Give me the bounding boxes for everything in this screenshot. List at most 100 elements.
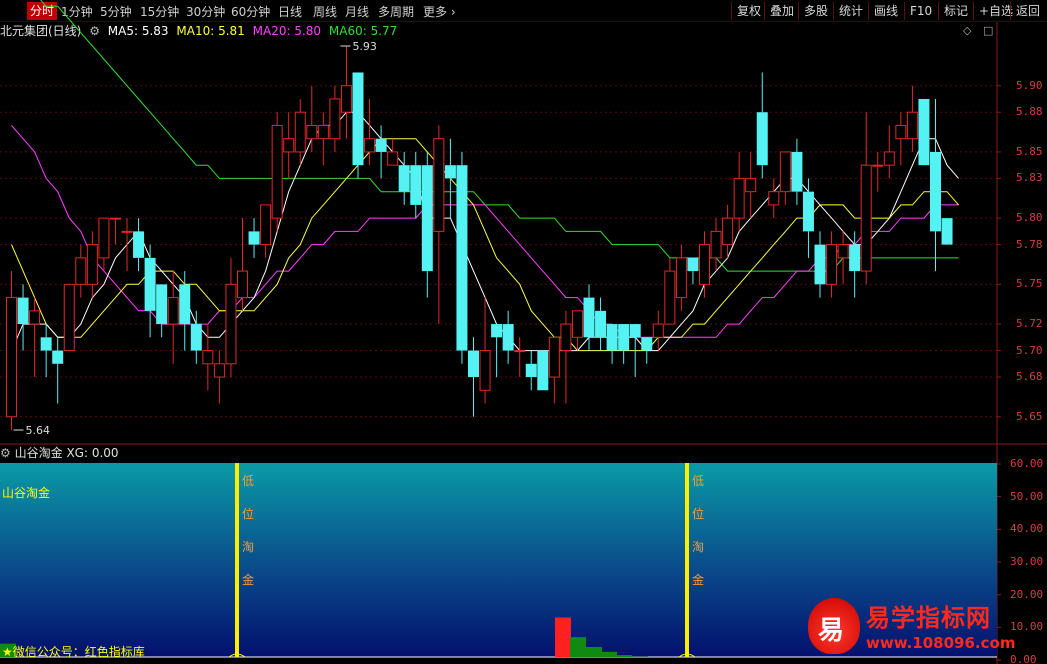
green-volume-bar: [616, 655, 632, 657]
candle-body: [468, 350, 479, 378]
candle-body: [352, 72, 364, 166]
candle-body: [52, 350, 64, 364]
candle-body: [514, 350, 526, 353]
candle-body: [560, 323, 572, 352]
signal-text: 金: [691, 573, 704, 587]
candle-body: [768, 191, 780, 206]
watermark-title: 易学指标网: [866, 604, 991, 632]
sub-chart-header: ⚙ 山谷淘金 XG: 0.00: [0, 444, 119, 462]
candle-body: [479, 350, 491, 391]
low-marker-label: 5.64: [26, 424, 51, 437]
candle-body: [190, 324, 202, 351]
wechat-note: ★微信公众号：红色指标库: [2, 645, 145, 659]
candle-body: [941, 218, 953, 245]
candle-body: [525, 363, 537, 378]
candle-body: [6, 297, 17, 418]
candle-body: [364, 138, 376, 153]
green-volume-bar: [570, 637, 586, 657]
candle-body: [98, 217, 110, 259]
candle-body: [491, 324, 503, 338]
indicator-name[interactable]: 山谷淘金: [15, 446, 63, 460]
candle-body: [699, 244, 710, 285]
candle-body: [571, 310, 583, 338]
signal-bar: [235, 463, 239, 657]
candle-body: [387, 151, 399, 166]
candle-body: [756, 112, 768, 166]
candle-body: [802, 191, 814, 232]
candle-body: [260, 204, 272, 246]
candle-body: [17, 297, 29, 325]
candle-body: [826, 244, 838, 285]
watermark: 易 易学指标网 www.108096.com: [808, 596, 1044, 660]
candle-body: [156, 284, 168, 325]
watermark-logo-char: 易: [818, 616, 845, 646]
price-axis-label: 5.70: [1016, 343, 1043, 357]
sub-axis-label: 60.00: [1010, 457, 1044, 470]
candle-body: [179, 284, 191, 325]
sub-panel-label: 山谷淘金: [2, 486, 51, 500]
candle-body: [652, 323, 664, 338]
candle-body: [133, 231, 145, 258]
candle-body: [595, 310, 607, 338]
high-marker-label: 5.93: [352, 40, 377, 53]
candle-body: [895, 124, 907, 140]
price-axis-label: 5.75: [1016, 277, 1043, 291]
candle-body: [444, 165, 456, 179]
candle-body: [317, 124, 329, 140]
price-axis-label: 5.88: [1016, 105, 1043, 119]
candle-body: [86, 244, 98, 285]
candle-body: [664, 270, 676, 325]
price-axis-label: 5.90: [1016, 78, 1043, 92]
candle-body: [40, 337, 52, 351]
candle-body: [918, 98, 930, 166]
candle-body: [248, 231, 260, 245]
price-axis-label: 5.72: [1016, 317, 1043, 331]
signal-text: 淘: [691, 540, 704, 554]
sub-axis-label: 50.00: [1010, 489, 1044, 503]
price-axis-label: 5.78: [1016, 237, 1043, 251]
candle-body: [121, 230, 133, 233]
price-axis-label: 5.65: [1016, 409, 1043, 423]
candle-body: [675, 257, 687, 299]
candle-body: [618, 324, 630, 351]
candle-body: [502, 324, 514, 351]
candle-body: [271, 124, 283, 219]
candle-body: [537, 350, 549, 391]
candle-body: [710, 230, 722, 259]
signal-text: 低: [691, 474, 704, 488]
candle-body: [583, 297, 595, 338]
candle-body: [849, 244, 861, 272]
price-axis-label: 5.85: [1016, 144, 1043, 158]
signal-text: 低: [241, 474, 254, 488]
green-volume-bar: [586, 646, 602, 657]
candle-body: [29, 310, 41, 325]
candle-body: [687, 257, 699, 272]
green-volume-bar: [601, 651, 617, 657]
candle-body: [167, 297, 179, 325]
candle-body: [906, 111, 918, 140]
chart-canvas[interactable]: 5.93 5.64: [0, 0, 1047, 664]
candle-body: [860, 164, 872, 272]
candle-body: [641, 337, 653, 351]
sub-axis-label: 40.00: [1010, 522, 1044, 536]
candle-body: [791, 151, 803, 192]
candle-body: [75, 257, 87, 285]
candle-body: [629, 324, 641, 338]
candle-body: [294, 111, 306, 153]
candle-body: [872, 164, 884, 167]
candle-body: [109, 217, 121, 220]
candle-body: [745, 177, 757, 193]
watermark-logo-icon: 易: [808, 598, 860, 654]
sub-settings-icon[interactable]: ⚙: [0, 446, 11, 460]
candle-body: [340, 85, 352, 113]
signal-text: 位: [241, 507, 254, 521]
candle-body: [837, 244, 849, 259]
candle-body: [410, 165, 422, 205]
candle-body: [548, 336, 560, 378]
signal-text: 淘: [241, 540, 254, 554]
candle-body: [63, 283, 75, 352]
candle-body: [779, 151, 791, 193]
candle-body: [213, 363, 225, 378]
sub-axis-label: 30.00: [1010, 555, 1044, 568]
candle-body: [375, 138, 387, 152]
